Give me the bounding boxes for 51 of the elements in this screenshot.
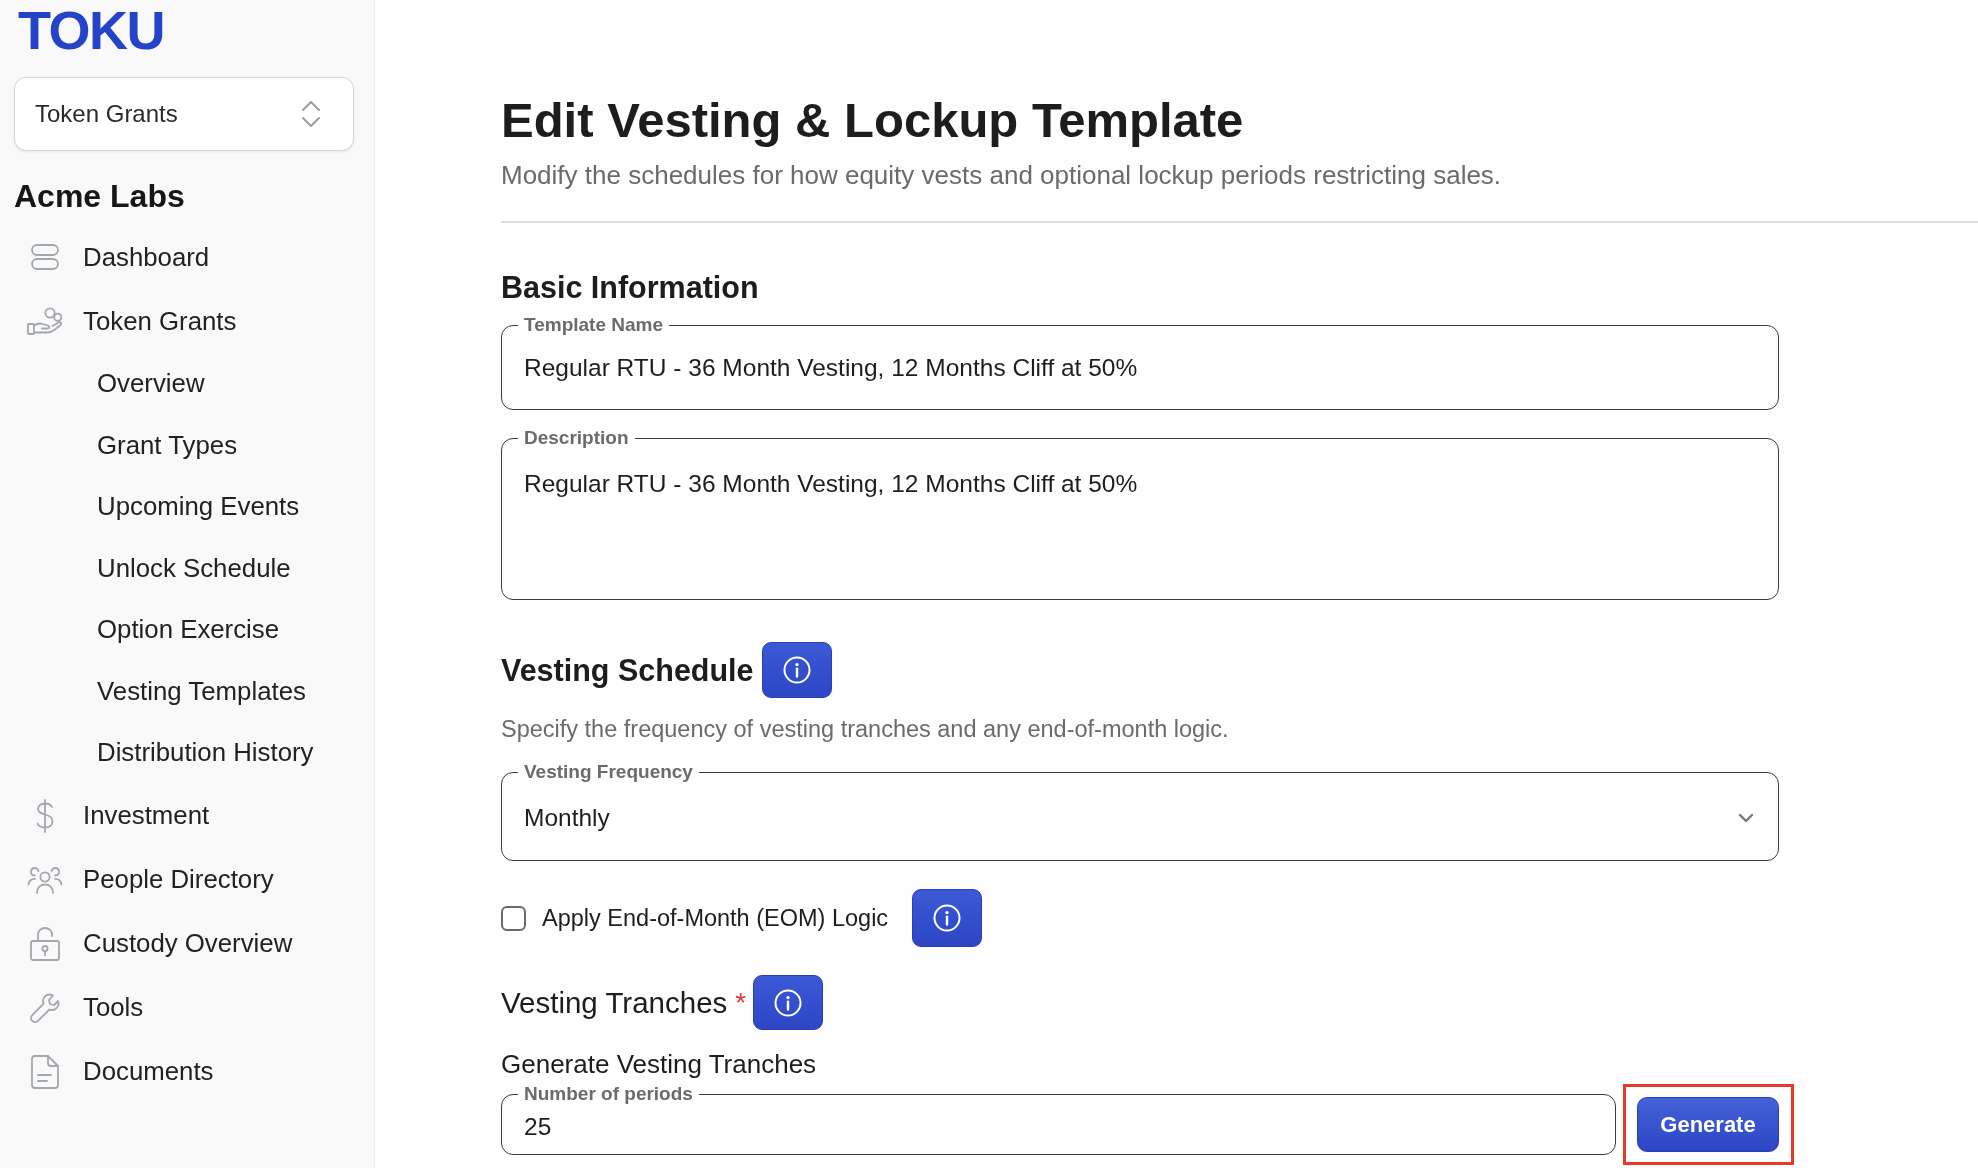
- field-label: Template Name: [523, 315, 665, 335]
- section-description: Specify the frequency of vesting tranches and any end-of-month logic.: [501, 715, 1229, 744]
- section-heading: Vesting Schedule: [501, 652, 754, 690]
- nav-sublink[interactable]: Upcoming Events: [97, 476, 300, 538]
- nav-sublink[interactable]: Unlock Schedule: [97, 537, 291, 599]
- info-icon: [782, 656, 811, 684]
- nav-sublink[interactable]: Distribution History: [97, 722, 314, 784]
- info-button[interactable]: [912, 889, 983, 947]
- select-field[interactable]: Vesting Frequency Monthly: [501, 762, 1779, 861]
- people-icon: [27, 865, 63, 894]
- section-heading: Basic Information: [501, 269, 759, 306]
- wrench-icon: [29, 991, 61, 1024]
- dollar-icon: [34, 798, 56, 833]
- text-field[interactable]: Template Name Regular RTU - 36 Month Vesting, 12 Months Cliff at 50%: [501, 315, 1779, 410]
- info-icon: [774, 988, 803, 1017]
- nav-link[interactable]: Token Grants: [25, 289, 237, 353]
- subsection-heading: Generate Vesting Tranches: [501, 1048, 817, 1081]
- section-heading: Vesting Tranches: [501, 984, 728, 1021]
- field-label: Number of periods: [523, 1084, 694, 1104]
- info-button[interactable]: [761, 642, 832, 698]
- nav-link[interactable]: People Directory: [25, 847, 274, 912]
- nav-sublink[interactable]: Vesting Templates: [97, 660, 306, 722]
- padlock-icon: [30, 926, 60, 961]
- nav-link[interactable]: Custody Overview: [25, 911, 293, 976]
- nav-link[interactable]: Investment: [25, 783, 210, 848]
- required-mark: *: [735, 985, 747, 1020]
- nav-link[interactable]: Dashboard: [25, 225, 210, 289]
- nav-link[interactable]: Tools: [25, 975, 144, 1040]
- nav-sublink[interactable]: Option Exercise: [97, 599, 280, 661]
- page-title: Edit Vesting & Lockup Template: [501, 92, 1245, 149]
- chevron-up-down-icon: [301, 100, 321, 128]
- logo: TOKU: [18, 3, 164, 57]
- field-label: Description: [523, 428, 630, 448]
- info-button[interactable]: [753, 975, 824, 1030]
- checkbox-label: Apply End-of-Month (EOM) Logic: [542, 904, 889, 933]
- info-icon: [933, 904, 962, 932]
- product-switcher[interactable]: Token Grants: [14, 77, 354, 151]
- checkbox[interactable]: [501, 905, 526, 931]
- field-label: Vesting Frequency: [523, 762, 694, 782]
- page-subtitle: Modify the schedules for how equity vests and optional lockup periods restricting sales.: [501, 159, 1503, 191]
- hand-coins-icon: [27, 307, 63, 335]
- chevron-down-icon: [1738, 813, 1754, 823]
- nav-sublink[interactable]: Overview: [97, 353, 205, 415]
- organization-name: Acme Labs: [14, 177, 185, 216]
- nav-sublink[interactable]: Grant Types: [97, 414, 238, 476]
- text-area[interactable]: Description Regular RTU - 36 Month Vesting, 12 Months Cliff at 50%: [501, 428, 1779, 600]
- document-icon: [31, 1054, 59, 1089]
- generate-button[interactable]: Generate: [1637, 1097, 1779, 1152]
- number-field[interactable]: Number of periods 25: [501, 1084, 1616, 1155]
- nav-link[interactable]: Documents: [25, 1039, 214, 1104]
- stack-icon: [31, 244, 59, 270]
